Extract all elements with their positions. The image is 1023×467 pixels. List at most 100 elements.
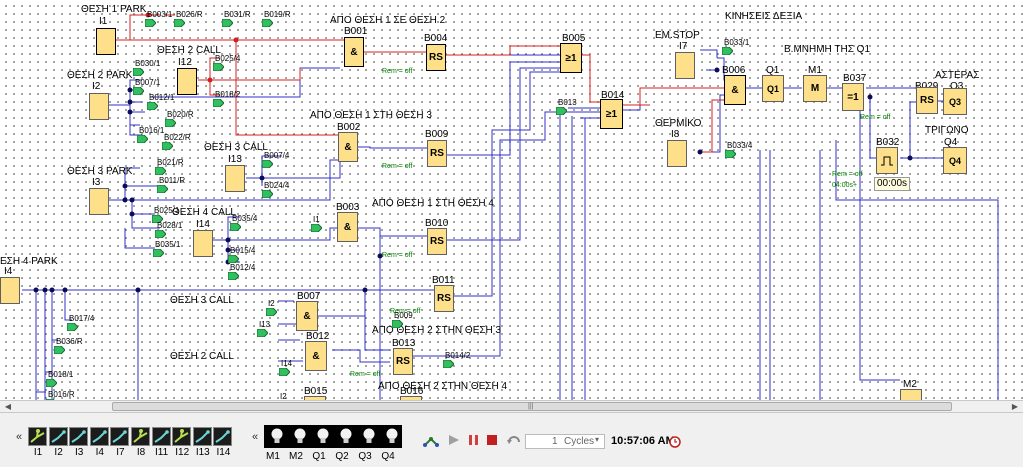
connector-flag-icon[interactable]: [262, 160, 273, 168]
connector-flag-icon[interactable]: [228, 255, 239, 263]
connector-flag-icon[interactable]: [155, 230, 166, 238]
connector-flag-label: I14: [281, 359, 293, 368]
connector-flag-icon[interactable]: [145, 19, 156, 27]
block-b006-and[interactable]: &: [724, 75, 746, 105]
chevron-down-icon[interactable]: ▾: [595, 435, 599, 444]
block-b009-rs[interactable]: RS: [427, 140, 447, 167]
output-q4[interactable]: Q4: [943, 147, 967, 174]
connector-flag-icon[interactable]: [262, 190, 273, 198]
input-i1[interactable]: [96, 28, 116, 55]
label-em-stop: ΕΜ.STOP: [655, 30, 700, 41]
output-q1[interactable]: Q1: [762, 75, 784, 102]
input-i8[interactable]: [667, 140, 687, 167]
input-toggle-i2[interactable]: [48, 427, 68, 446]
scroll-thumb[interactable]: |||: [112, 402, 952, 411]
horizontal-scrollbar[interactable]: ◀ ||| ▶: [0, 400, 1023, 413]
connector-flag-icon[interactable]: [279, 368, 290, 376]
connector-flag-icon[interactable]: [230, 223, 241, 231]
connector-flag-icon[interactable]: [174, 19, 185, 27]
block-b011-rs[interactable]: RS: [434, 285, 454, 312]
connector-flag-icon[interactable]: [257, 329, 268, 337]
input-toggle-i13[interactable]: [192, 427, 212, 446]
block-m2-partial[interactable]: [900, 389, 922, 400]
connector-flag-icon[interactable]: [137, 135, 148, 143]
pause-icon[interactable]: [467, 433, 481, 452]
block-b001-and[interactable]: &: [344, 37, 364, 67]
input-i13[interactable]: [225, 165, 245, 192]
block-b004-rs[interactable]: RS: [426, 44, 446, 71]
connector-flag-icon[interactable]: [67, 323, 78, 331]
block-b014-or[interactable]: ≥1: [600, 99, 623, 129]
block-b007-and[interactable]: &: [296, 301, 318, 331]
play-icon[interactable]: [447, 433, 461, 452]
switch-icon: [215, 430, 231, 443]
block-b012-and[interactable]: &: [305, 341, 327, 371]
input-toggle-i1[interactable]: [28, 427, 47, 446]
input-i7[interactable]: [675, 52, 695, 79]
input-i12[interactable]: [177, 68, 197, 95]
connector-flag-icon[interactable]: [311, 224, 322, 232]
cycles-field[interactable]: 1 Cycles ▾: [525, 434, 605, 449]
connector-flag-icon[interactable]: [222, 19, 233, 27]
connector-flag-label: B016/1: [139, 126, 165, 135]
cycles-value: 1: [552, 436, 558, 447]
outputs-collapse-icon[interactable]: «: [252, 431, 258, 443]
output-letter: Q3: [948, 96, 961, 107]
input-toggle-i12[interactable]: [172, 427, 192, 446]
input-toggle-label: I4: [95, 447, 104, 458]
connector-flag-icon[interactable]: [262, 19, 273, 27]
connector-flag-icon[interactable]: [165, 119, 176, 127]
connector-flag-icon[interactable]: [147, 102, 158, 110]
inputs-collapse-icon[interactable]: «: [16, 431, 22, 443]
connector-flag-icon[interactable]: [46, 379, 57, 387]
input-toggle-i7[interactable]: [110, 427, 130, 446]
input-toggle-i3[interactable]: [69, 427, 89, 446]
output-q3[interactable]: Q3: [943, 88, 967, 115]
connector-flag-icon[interactable]: [392, 320, 403, 328]
block-b037-xor[interactable]: =1: [842, 83, 864, 111]
scroll-left-icon[interactable]: ◀: [2, 402, 14, 412]
connector-flag-icon[interactable]: [722, 47, 733, 55]
connector-flag-icon[interactable]: [157, 185, 168, 193]
input-i2[interactable]: [89, 93, 109, 120]
connector-flag-icon[interactable]: [213, 63, 224, 71]
block-b013-rs[interactable]: RS: [393, 348, 413, 375]
connector-flag-icon[interactable]: [213, 99, 224, 107]
connector-flag-icon[interactable]: [162, 142, 173, 150]
block-b002-and[interactable]: &: [338, 132, 358, 162]
input-toggle-i8[interactable]: [131, 427, 150, 446]
block-b005-or[interactable]: ≥1: [560, 43, 582, 73]
connector-flag-icon[interactable]: [155, 167, 166, 175]
output-bulb-label: Q3: [358, 451, 372, 462]
output-letter: Q1: [766, 83, 779, 94]
network-icon[interactable]: [422, 433, 440, 454]
bulb-icon: [339, 427, 353, 445]
block-b010-rs[interactable]: RS: [427, 228, 447, 255]
block-b032-timer[interactable]: [876, 147, 898, 174]
connector-flag-icon[interactable]: [54, 346, 65, 354]
scroll-right-icon[interactable]: ▶: [1009, 402, 1021, 412]
input-toggle-i14[interactable]: [213, 427, 233, 446]
timer-param: 04:00s+: [832, 182, 858, 189]
block-b029-rs[interactable]: RS: [916, 87, 938, 114]
connector-flag-icon[interactable]: [153, 249, 164, 257]
input-i14[interactable]: [193, 230, 213, 257]
connector-flag-icon[interactable]: [725, 150, 736, 158]
connector-flag-icon[interactable]: [133, 87, 144, 95]
input-toggle-i11[interactable]: [151, 427, 171, 446]
connector-flag-icon[interactable]: [133, 68, 144, 76]
connector-flag-icon[interactable]: [556, 107, 567, 115]
circuit-canvas[interactable]: ΑΠΟ ΘΕΣΗ 1 ΣΕ ΘΕΣΗ 2 ΑΠΟ ΘΕΣΗ 1 ΣΤΗ ΘΕΣΗ…: [0, 0, 1023, 400]
connector-flag-icon[interactable]: [266, 308, 277, 316]
block-b003-and[interactable]: &: [337, 212, 358, 242]
connector-flag-icon[interactable]: [228, 272, 239, 280]
block-m1-memory[interactable]: M: [803, 75, 827, 102]
input-i4[interactable]: [0, 277, 20, 304]
connector-flag-label: B017/4: [69, 314, 95, 323]
cycle-step-icon[interactable]: [506, 433, 522, 452]
input-toggle-i4[interactable]: [89, 427, 109, 446]
connector-flag-icon[interactable]: [443, 360, 454, 368]
stop-icon[interactable]: [485, 433, 499, 452]
input-i3[interactable]: [89, 188, 109, 215]
clock-icon[interactable]: [669, 435, 681, 453]
